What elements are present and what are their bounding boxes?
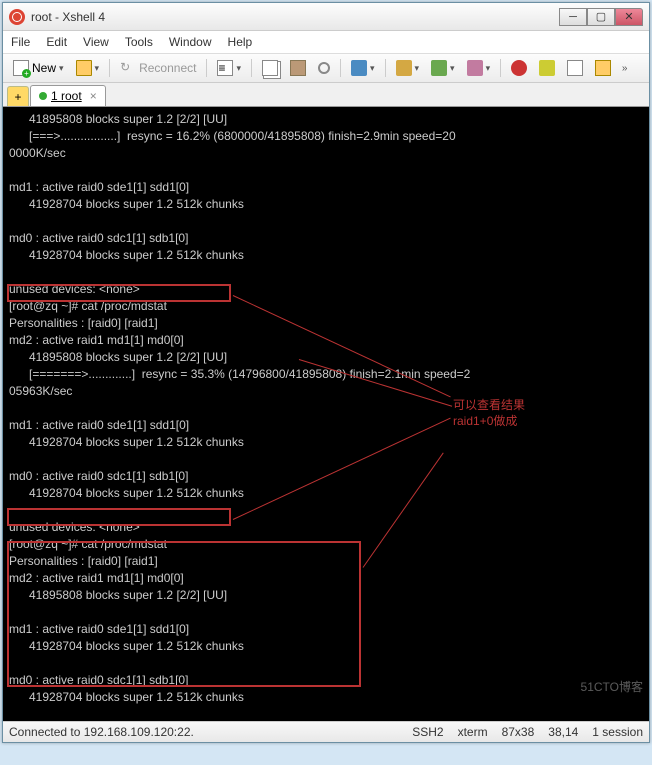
- terminal-line: 41928704 blocks super 1.2 512k chunks: [9, 248, 244, 262]
- terminal-line: md2 : active raid1 md1[1] md0[0]: [9, 333, 184, 347]
- terminal-line: 0000K/sec: [9, 146, 66, 160]
- terminal-line: md0 : active raid0 sdc1[1] sdb1[0]: [9, 469, 188, 483]
- annotation-box: [7, 284, 231, 302]
- terminal-line: Personalities : [raid0] [raid1]: [9, 316, 158, 330]
- search-icon: [318, 62, 330, 74]
- watermark: 51CTO博客: [581, 679, 643, 695]
- separator: [500, 59, 501, 77]
- menu-view[interactable]: View: [83, 35, 109, 49]
- terminal-line: 41895808 blocks super 1.2 [2/2] [UU]: [9, 112, 227, 126]
- reconnect-icon: ↻: [120, 60, 136, 76]
- terminal-line: 05963K/sec: [9, 384, 72, 398]
- close-button[interactable]: ✕: [615, 8, 643, 26]
- menu-file[interactable]: File: [11, 35, 30, 49]
- separator: [109, 59, 110, 77]
- terminal-line: 41895808 blocks super 1.2 [2/2] [UU]: [9, 350, 227, 364]
- window-title: root - Xshell 4: [31, 10, 559, 24]
- color-button[interactable]: ▾: [347, 58, 379, 78]
- tab-label: 1 root: [51, 89, 82, 103]
- tool1-button[interactable]: ▾: [392, 58, 424, 78]
- tabstrip: + 1 root ×: [3, 83, 649, 107]
- annotation-box: [7, 508, 231, 526]
- toolbar-overflow[interactable]: »: [619, 63, 630, 74]
- menubar: File Edit View Tools Window Help: [3, 31, 649, 54]
- new-icon: [13, 60, 29, 76]
- copy-button[interactable]: [258, 58, 282, 78]
- status-sessions: 1 session: [592, 725, 643, 739]
- open-button[interactable]: ▾: [72, 58, 104, 78]
- terminal-line: md0 : active raid0 sdc1[1] sdb1[0]: [9, 231, 188, 245]
- terminal-line: 41928704 blocks super 1.2 512k chunks: [9, 486, 244, 500]
- tool6-button[interactable]: [563, 58, 587, 78]
- tool1-icon: [396, 60, 412, 76]
- terminal-line: 41928704 blocks super 1.2 512k chunks: [9, 435, 244, 449]
- menu-edit[interactable]: Edit: [46, 35, 67, 49]
- new-label: New: [32, 61, 56, 75]
- terminal-line: md1 : active raid0 sde1[1] sdd1[0]: [9, 418, 189, 432]
- tool5-icon: [539, 60, 555, 76]
- new-button[interactable]: New▾: [9, 58, 68, 78]
- status-cursor-pos: 38,14: [548, 725, 578, 739]
- titlebar: root - Xshell 4 ─ ▢ ✕: [3, 3, 649, 31]
- find-button[interactable]: [314, 60, 334, 76]
- annotation-box: [7, 541, 361, 687]
- menu-tools[interactable]: Tools: [125, 35, 153, 49]
- tool4-button[interactable]: [507, 58, 531, 78]
- status-connection: Connected to 192.168.109.120:22.: [9, 725, 398, 739]
- color-icon: [351, 60, 367, 76]
- terminal-line: 41928704 blocks super 1.2 512k chunks: [9, 690, 244, 704]
- annotation-arrow: [363, 453, 444, 568]
- globe-icon: [431, 60, 447, 76]
- separator: [340, 59, 341, 77]
- maximize-button[interactable]: ▢: [587, 8, 615, 26]
- reconnect-label: Reconnect: [139, 61, 196, 75]
- tool5-button[interactable]: [535, 58, 559, 78]
- annotation-arrow: [233, 418, 451, 520]
- tool6-icon: [567, 60, 583, 76]
- status-termtype: xterm: [458, 725, 488, 739]
- tool3-button[interactable]: ▾: [463, 58, 495, 78]
- folder-open-icon: [76, 60, 92, 76]
- separator: [385, 59, 386, 77]
- reconnect-button[interactable]: ↻Reconnect: [116, 58, 200, 78]
- app-icon: [9, 9, 25, 25]
- properties-icon: ≡: [217, 60, 233, 76]
- terminal-line: [===>.................] resync = 16.2% (…: [9, 129, 456, 143]
- tool2-button[interactable]: ▾: [427, 58, 459, 78]
- paste-button[interactable]: [286, 58, 310, 78]
- record-icon: [511, 60, 527, 76]
- paste-icon: [290, 60, 306, 76]
- copy-icon: [262, 60, 278, 76]
- menu-window[interactable]: Window: [169, 35, 212, 49]
- terminal-line: md1 : active raid0 sde1[1] sdd1[0]: [9, 180, 189, 194]
- status-size: 87x38: [502, 725, 535, 739]
- minimize-button[interactable]: ─: [559, 8, 587, 26]
- status-protocol: SSH2: [412, 725, 443, 739]
- connected-icon: [39, 92, 47, 100]
- terminal[interactable]: 41895808 blocks super 1.2 [2/2] [UU] [==…: [3, 107, 649, 721]
- separator: [206, 59, 207, 77]
- lock-icon: [595, 60, 611, 76]
- properties-button[interactable]: ≡▾: [213, 58, 245, 78]
- toolbar: New▾ ▾ ↻Reconnect ≡▾ ▾ ▾ ▾ ▾ »: [3, 54, 649, 83]
- annotation-arrow: [233, 295, 451, 397]
- new-tab-button[interactable]: +: [7, 86, 29, 106]
- tab-close-icon[interactable]: ×: [90, 89, 97, 103]
- statusbar: Connected to 192.168.109.120:22. SSH2 xt…: [3, 721, 649, 742]
- tab-root[interactable]: 1 root ×: [30, 85, 106, 106]
- tool7-button[interactable]: [591, 58, 615, 78]
- tool3-icon: [467, 60, 483, 76]
- separator: [251, 59, 252, 77]
- annotation-text: 可以查看结果raid1+0做成: [453, 397, 525, 429]
- terminal-line: 41928704 blocks super 1.2 512k chunks: [9, 197, 244, 211]
- menu-help[interactable]: Help: [228, 35, 253, 49]
